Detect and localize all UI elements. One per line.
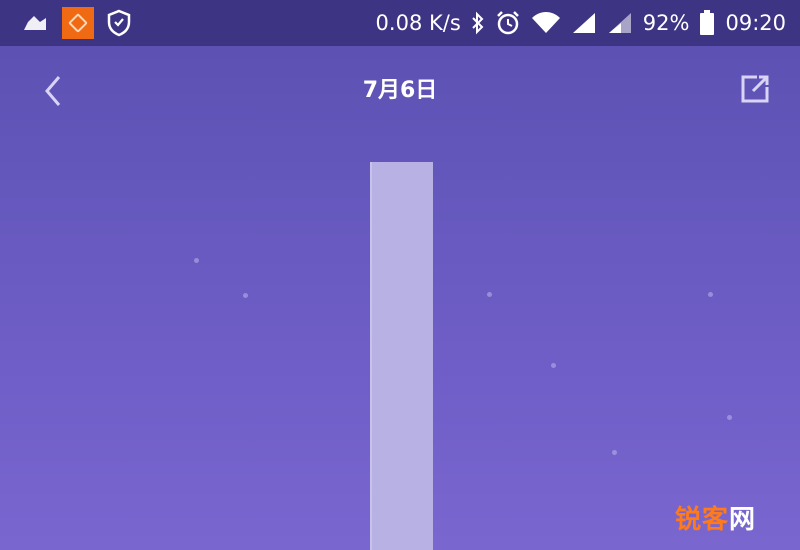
decorative-dot [708, 292, 713, 297]
battery-percentage: 92% [642, 11, 690, 35]
wifi-icon [531, 11, 561, 35]
status-bar-right: 0.08 K/s 92% 09:20 [376, 7, 786, 39]
status-bar-left [20, 7, 132, 39]
app-notification-icon [62, 7, 94, 39]
share-icon [737, 71, 773, 107]
battery-icon [699, 10, 715, 36]
signal-icon-2 [607, 11, 633, 35]
decorative-dot [243, 293, 248, 298]
page-title: 7月6日 [362, 78, 438, 103]
cloud-icon [20, 12, 50, 34]
shield-icon [106, 9, 132, 37]
watermark: 锐客网 [675, 499, 756, 536]
decorative-dot [612, 450, 617, 455]
clock: 09:20 [725, 11, 786, 35]
decorative-dot [551, 363, 556, 368]
signal-icon [571, 11, 597, 35]
status-bar: 0.08 K/s 92% 09:20 [0, 0, 800, 46]
share-button[interactable] [734, 68, 776, 110]
sleep-chart [0, 142, 800, 550]
watermark-text-2: 网 [728, 505, 756, 535]
network-speed: 0.08 K/s [375, 11, 461, 35]
alarm-icon [495, 10, 521, 36]
chart-bar[interactable] [370, 162, 433, 550]
decorative-dot [487, 292, 492, 297]
back-button[interactable] [32, 70, 74, 112]
decorative-dot [194, 258, 199, 263]
app-header: 7月6日 [0, 46, 800, 142]
chevron-left-icon [41, 73, 65, 109]
watermark-text: 锐客 [674, 505, 729, 535]
bluetooth-icon [471, 11, 485, 35]
decorative-dot [727, 415, 732, 420]
sleep-detail-screen: 0.08 K/s 92% 09:20 7月6日 锐客网 [0, 0, 800, 550]
